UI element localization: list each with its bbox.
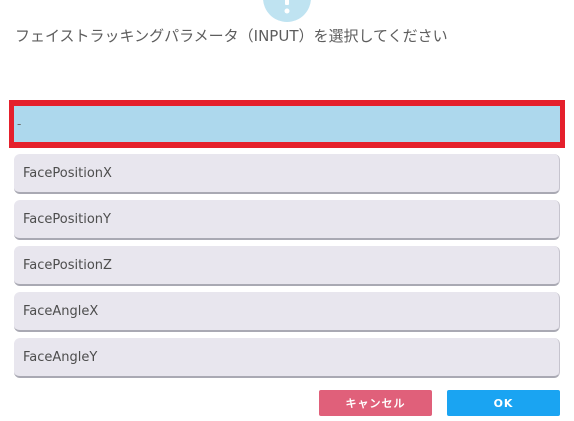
list-item[interactable]: FacePositionX [14, 154, 560, 194]
ok-button[interactable]: OK [447, 390, 560, 416]
list-item[interactable]: FacePositionZ [14, 246, 560, 286]
parameter-select-dialog: フェイストラッキングパラメータ（INPUT）を選択してください - FacePo… [0, 0, 574, 421]
list-item-label: - [14, 106, 560, 142]
list-item[interactable]: FaceAngleY [14, 338, 560, 378]
cancel-button[interactable]: キャンセル [319, 390, 432, 416]
list-item[interactable]: FacePositionY [14, 200, 560, 240]
list-item-selected[interactable]: - [9, 100, 565, 148]
info-icon [263, 0, 311, 22]
list-item[interactable]: FaceAngleX [14, 292, 560, 332]
parameter-list: - FacePositionX FacePositionY FacePositi… [9, 100, 565, 384]
dialog-prompt: フェイストラッキングパラメータ（INPUT）を選択してください [15, 27, 448, 45]
